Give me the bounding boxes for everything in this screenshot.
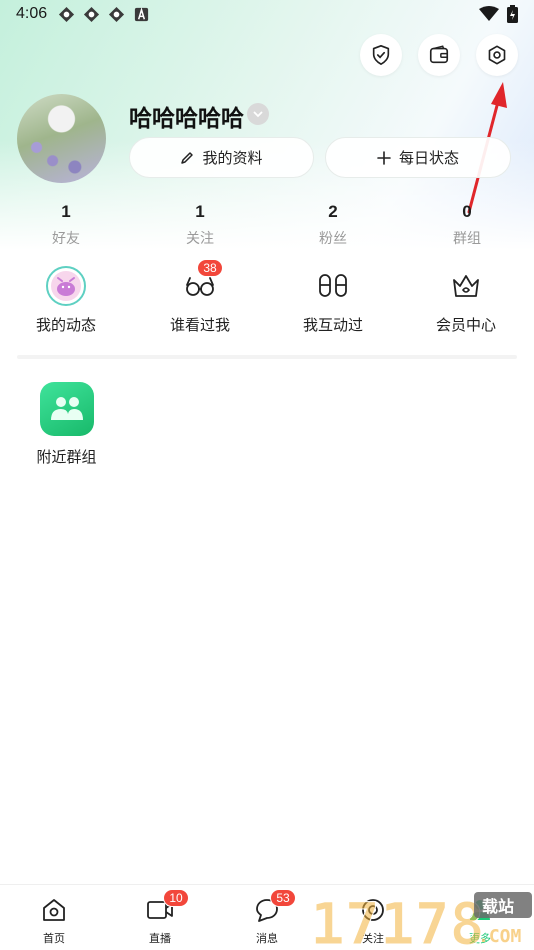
settings-icon (488, 45, 506, 65)
feature-row: 我的动态 38 谁看过我 我互动过 会员中心 (0, 259, 534, 336)
battery-icon (507, 5, 518, 23)
group-people-icon (39, 382, 94, 436)
nav-follow[interactable]: 关注 (338, 895, 408, 946)
feature-label: 我的动态 (35, 317, 96, 334)
stat-fans[interactable]: 2 粉丝 (293, 202, 373, 248)
chevron-down-icon[interactable] (247, 103, 269, 125)
avatar-sticker-icon (46, 266, 86, 306)
live-badge: 10 (163, 889, 189, 907)
settings-button[interactable] (476, 34, 518, 76)
feature-interactions[interactable]: 我互动过 (278, 266, 388, 335)
shield-check-icon (372, 45, 390, 65)
a-icon (134, 7, 149, 22)
chat-icon: 53 (252, 889, 296, 925)
my-profile-label: 我的资料 (202, 150, 263, 167)
nav-label: 更多 (469, 933, 491, 945)
stat-value: 0 (462, 202, 472, 221)
messages-badge: 53 (270, 889, 296, 907)
top-actions (360, 34, 518, 76)
feature-label: 我互动过 (302, 317, 363, 334)
nav-label: 关注 (362, 933, 384, 945)
nav-home[interactable]: 首页 (19, 895, 89, 946)
footprints-icon (313, 266, 353, 306)
pencil-icon (181, 151, 194, 164)
nav-label: 首页 (43, 933, 65, 945)
wifi-icon (479, 6, 499, 21)
avatar[interactable] (17, 94, 106, 183)
status-right (479, 5, 518, 23)
app-notification-icon (108, 6, 125, 23)
section-divider (17, 355, 517, 359)
plus-icon (377, 150, 391, 165)
nav-more[interactable]: 更多 (445, 895, 515, 946)
feature-label: 会员中心 (435, 317, 496, 334)
nav-messages[interactable]: 53 消息 (232, 889, 302, 946)
crown-icon (446, 266, 486, 306)
stat-label: 好友 (52, 230, 80, 246)
nav-live[interactable]: 10 直播 (125, 889, 195, 946)
app-notification-icon (58, 6, 75, 23)
app-notification-icon (83, 6, 100, 23)
status-bar: 4:06 (0, 0, 534, 28)
stat-label: 粉丝 (319, 230, 347, 246)
daily-status-button[interactable]: 每日状态 (325, 137, 511, 178)
wallet-button[interactable] (418, 34, 460, 76)
stat-value: 1 (195, 202, 205, 221)
status-time: 4:06 (16, 5, 48, 22)
app-label: 附近群组 (36, 449, 97, 466)
home-icon (39, 895, 69, 925)
feature-visitors[interactable]: 38 谁看过我 (145, 259, 255, 335)
feature-label: 谁看过我 (169, 317, 230, 334)
stat-groups[interactable]: 0 群组 (427, 202, 507, 248)
nav-label: 消息 (256, 933, 278, 945)
app-nearby-groups[interactable]: 附近群组 (34, 382, 99, 467)
feature-vip-center[interactable]: 会员中心 (411, 266, 521, 335)
stat-value: 1 (61, 202, 71, 221)
security-button[interactable] (360, 34, 402, 76)
follow-icon (358, 895, 388, 925)
stat-following[interactable]: 1 关注 (160, 202, 240, 248)
status-notifications (58, 6, 150, 23)
stat-label: 关注 (186, 230, 214, 246)
nav-label: 直播 (149, 933, 171, 945)
glasses-icon: 38 (180, 259, 223, 306)
stat-label: 群组 (453, 230, 481, 246)
profile-icon (465, 895, 495, 925)
video-icon: 10 (145, 889, 189, 925)
daily-status-label: 每日状态 (398, 150, 459, 167)
visitors-badge: 38 (197, 259, 223, 277)
stats-row: 1 好友 1 关注 2 粉丝 0 群组 (0, 202, 534, 252)
bottom-nav: 首页 10 直播 53 消息 关注 更多 (0, 884, 534, 950)
feature-my-moments[interactable]: 我的动态 (11, 266, 121, 335)
wallet-icon (429, 45, 449, 64)
stat-value: 2 (328, 202, 338, 221)
stat-friends[interactable]: 1 好友 (26, 202, 106, 248)
my-profile-button[interactable]: 我的资料 (129, 137, 314, 178)
username[interactable]: 哈哈哈哈哈 (129, 99, 244, 133)
